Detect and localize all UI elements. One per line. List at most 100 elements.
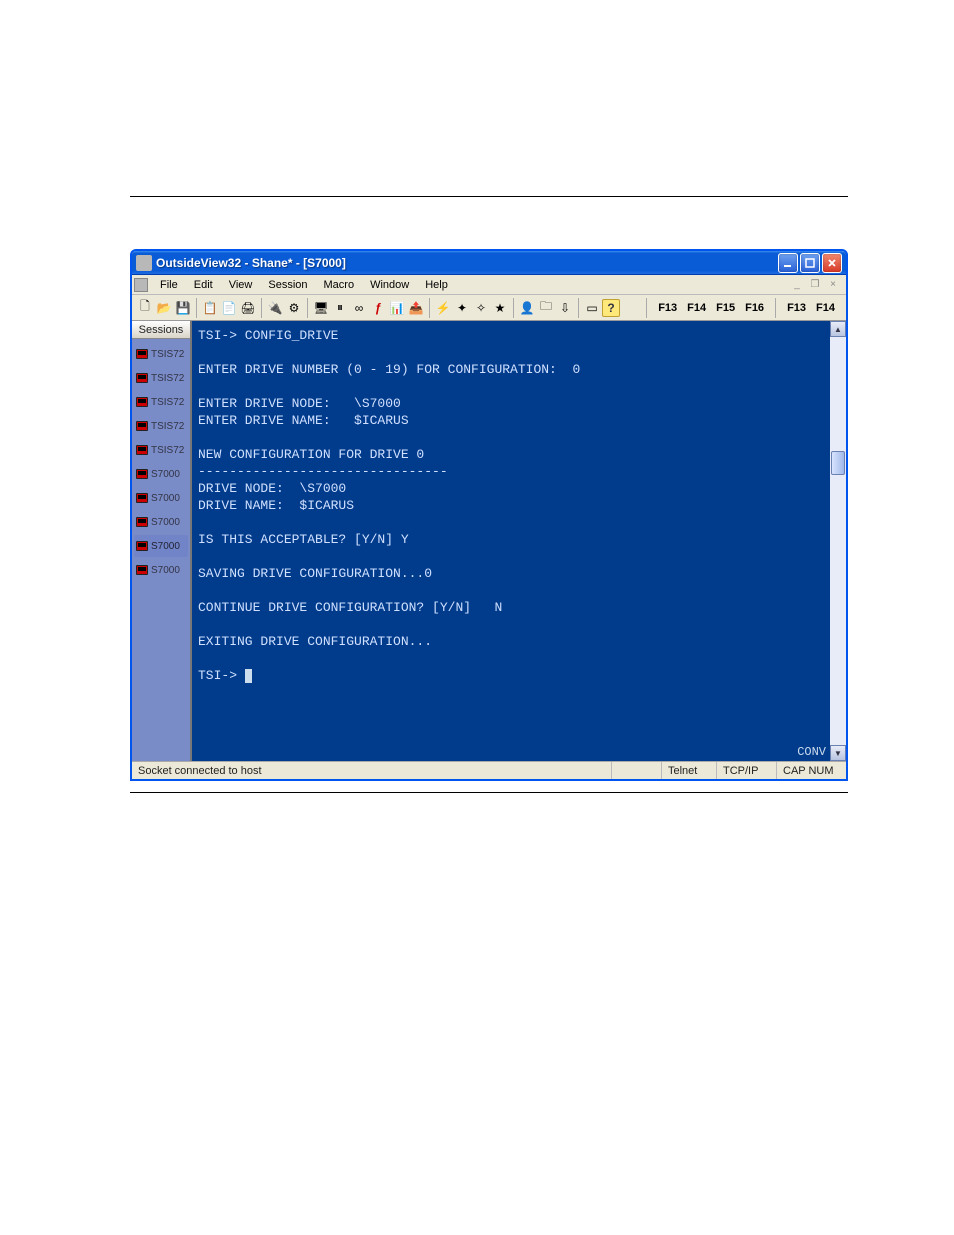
scroll-down-icon[interactable]: ▼ (830, 745, 846, 761)
terminal-icon (136, 445, 148, 455)
maximize-button[interactable] (800, 253, 820, 273)
scrollbar-track[interactable] (830, 337, 846, 745)
mdi-restore-button[interactable]: ❐ (808, 279, 822, 290)
session-tab[interactable]: TSIS72 (134, 415, 188, 437)
toolbar-separator (196, 298, 197, 318)
terminal-icon (136, 373, 148, 383)
open-icon[interactable]: 📂 (155, 299, 173, 317)
help-icon[interactable]: ? (602, 299, 620, 317)
terminal[interactable]: TSI-> CONFIG_DRIVE ENTER DRIVE NUMBER (0… (192, 321, 830, 761)
send-icon[interactable]: 📤 (407, 299, 425, 317)
session-tab-label: TSIS72 (151, 349, 184, 360)
status-keyboard-indicators: CAP NUM (776, 762, 846, 779)
screen-icon[interactable]: 🖥 (312, 299, 330, 317)
session-tab[interactable]: S7000 (134, 535, 188, 557)
fkey-button[interactable]: F13 (655, 302, 680, 314)
fkey-button[interactable]: F14 (684, 302, 709, 314)
hotkey4-icon[interactable]: ★ (491, 299, 509, 317)
mdi-minimize-button[interactable]: _ (790, 279, 804, 290)
connect-icon[interactable]: 🔌 (266, 299, 284, 317)
scrollbar-thumb[interactable] (831, 451, 845, 475)
terminal-icon (136, 469, 148, 479)
session-tab[interactable]: TSIS72 (134, 367, 188, 389)
status-message: Socket connected to host (132, 762, 268, 779)
fkey-button[interactable]: F15 (713, 302, 738, 314)
session-tab-label: TSIS72 (151, 373, 184, 384)
application-window: OutsideView32 - Shane* - [S7000] File Ed… (130, 249, 848, 781)
session-tab[interactable]: TSIS72 (134, 391, 188, 413)
window-title: OutsideView32 - Shane* - [S7000] (156, 256, 776, 270)
session-tab[interactable]: S7000 (134, 463, 188, 485)
toolbar-separator (429, 298, 430, 318)
user-icon[interactable]: 👤 (518, 299, 536, 317)
session-tab[interactable]: TSIS72 (134, 439, 188, 461)
menu-help[interactable]: Help (417, 277, 456, 293)
menu-edit[interactable]: Edit (186, 277, 221, 293)
terminal-icon (136, 517, 148, 527)
fkey-button[interactable]: F16 (742, 302, 767, 314)
download-icon[interactable]: ⇩ (556, 299, 574, 317)
pause-icon[interactable]: ⏸ (331, 299, 349, 317)
folder-icon[interactable]: 🗀 (537, 299, 555, 317)
menu-view[interactable]: View (221, 277, 261, 293)
config-icon[interactable]: ⚙ (285, 299, 303, 317)
page-divider-bottom (130, 792, 848, 793)
mdi-window-controls: _ ❐ × (790, 279, 844, 290)
toolbar-separator (513, 298, 514, 318)
session-tab-label: S7000 (151, 541, 180, 552)
fkey-button[interactable]: F14 (813, 302, 838, 314)
terminal-icon (136, 421, 148, 431)
hotkey2-icon[interactable]: ✦ (453, 299, 471, 317)
fkey-group-left: F13 F14 F15 F16 (651, 302, 771, 314)
window-icon[interactable]: ▭ (583, 299, 601, 317)
hotkey1-icon[interactable]: ⚡ (434, 299, 452, 317)
paste-icon[interactable]: 📄 (220, 299, 238, 317)
status-empty (611, 762, 661, 779)
title-bar[interactable]: OutsideView32 - Shane* - [S7000] (132, 251, 846, 275)
chart-icon[interactable]: 📊 (388, 299, 406, 317)
session-tab[interactable]: S7000 (134, 511, 188, 533)
save-icon[interactable]: 💾 (174, 299, 192, 317)
close-button[interactable] (822, 253, 842, 273)
copy-icon[interactable]: 📋 (201, 299, 219, 317)
script-icon[interactable]: ƒ (369, 299, 387, 317)
session-tab-label: S7000 (151, 517, 180, 528)
terminal-icon (136, 349, 148, 359)
terminal-mode-indicator: CONV (797, 745, 826, 759)
session-tab-label: TSIS72 (151, 445, 184, 456)
status-protocol: TCP/IP (716, 762, 776, 779)
toolbar-separator (307, 298, 308, 318)
session-tab-label: S7000 (151, 565, 180, 576)
session-tab-label: S7000 (151, 493, 180, 504)
session-tab[interactable]: TSIS72 (134, 343, 188, 365)
status-bar: Socket connected to host Telnet TCP/IP C… (132, 761, 846, 779)
mdi-close-button[interactable]: × (826, 279, 840, 290)
minimize-button[interactable] (778, 253, 798, 273)
binary-icon[interactable]: ∞ (350, 299, 368, 317)
session-tab[interactable]: S7000 (134, 487, 188, 509)
toolbar-separator (775, 298, 776, 318)
fkey-group-right: F13 F14 (780, 302, 842, 314)
menu-session[interactable]: Session (260, 277, 315, 293)
terminal-icon (136, 565, 148, 575)
terminal-cursor (245, 669, 252, 683)
terminal-icon (136, 493, 148, 503)
session-tabs-list: TSIS72 TSIS72 TSIS72 TSIS72 TSIS72 S7000 S7000… (132, 339, 190, 761)
toolbar-separator (646, 298, 647, 318)
print-icon[interactable]: 🖨 (239, 299, 257, 317)
menu-bar: File Edit View Session Macro Window Help… (132, 275, 846, 295)
menu-window[interactable]: Window (362, 277, 417, 293)
vertical-scrollbar[interactable]: ▲ ▼ (830, 321, 846, 761)
menu-macro[interactable]: Macro (316, 277, 363, 293)
session-tab-label: TSIS72 (151, 421, 184, 432)
toolbar-separator (261, 298, 262, 318)
toolbar-separator (578, 298, 579, 318)
fkey-button[interactable]: F13 (784, 302, 809, 314)
scroll-up-icon[interactable]: ▲ (830, 321, 846, 337)
hotkey3-icon[interactable]: ✧ (472, 299, 490, 317)
session-tab[interactable]: S7000 (134, 559, 188, 581)
menu-file[interactable]: File (152, 277, 186, 293)
sidebar-header[interactable]: Sessions (132, 321, 190, 339)
new-icon[interactable]: 🗋 (136, 299, 154, 317)
mdi-icon[interactable] (134, 278, 148, 292)
